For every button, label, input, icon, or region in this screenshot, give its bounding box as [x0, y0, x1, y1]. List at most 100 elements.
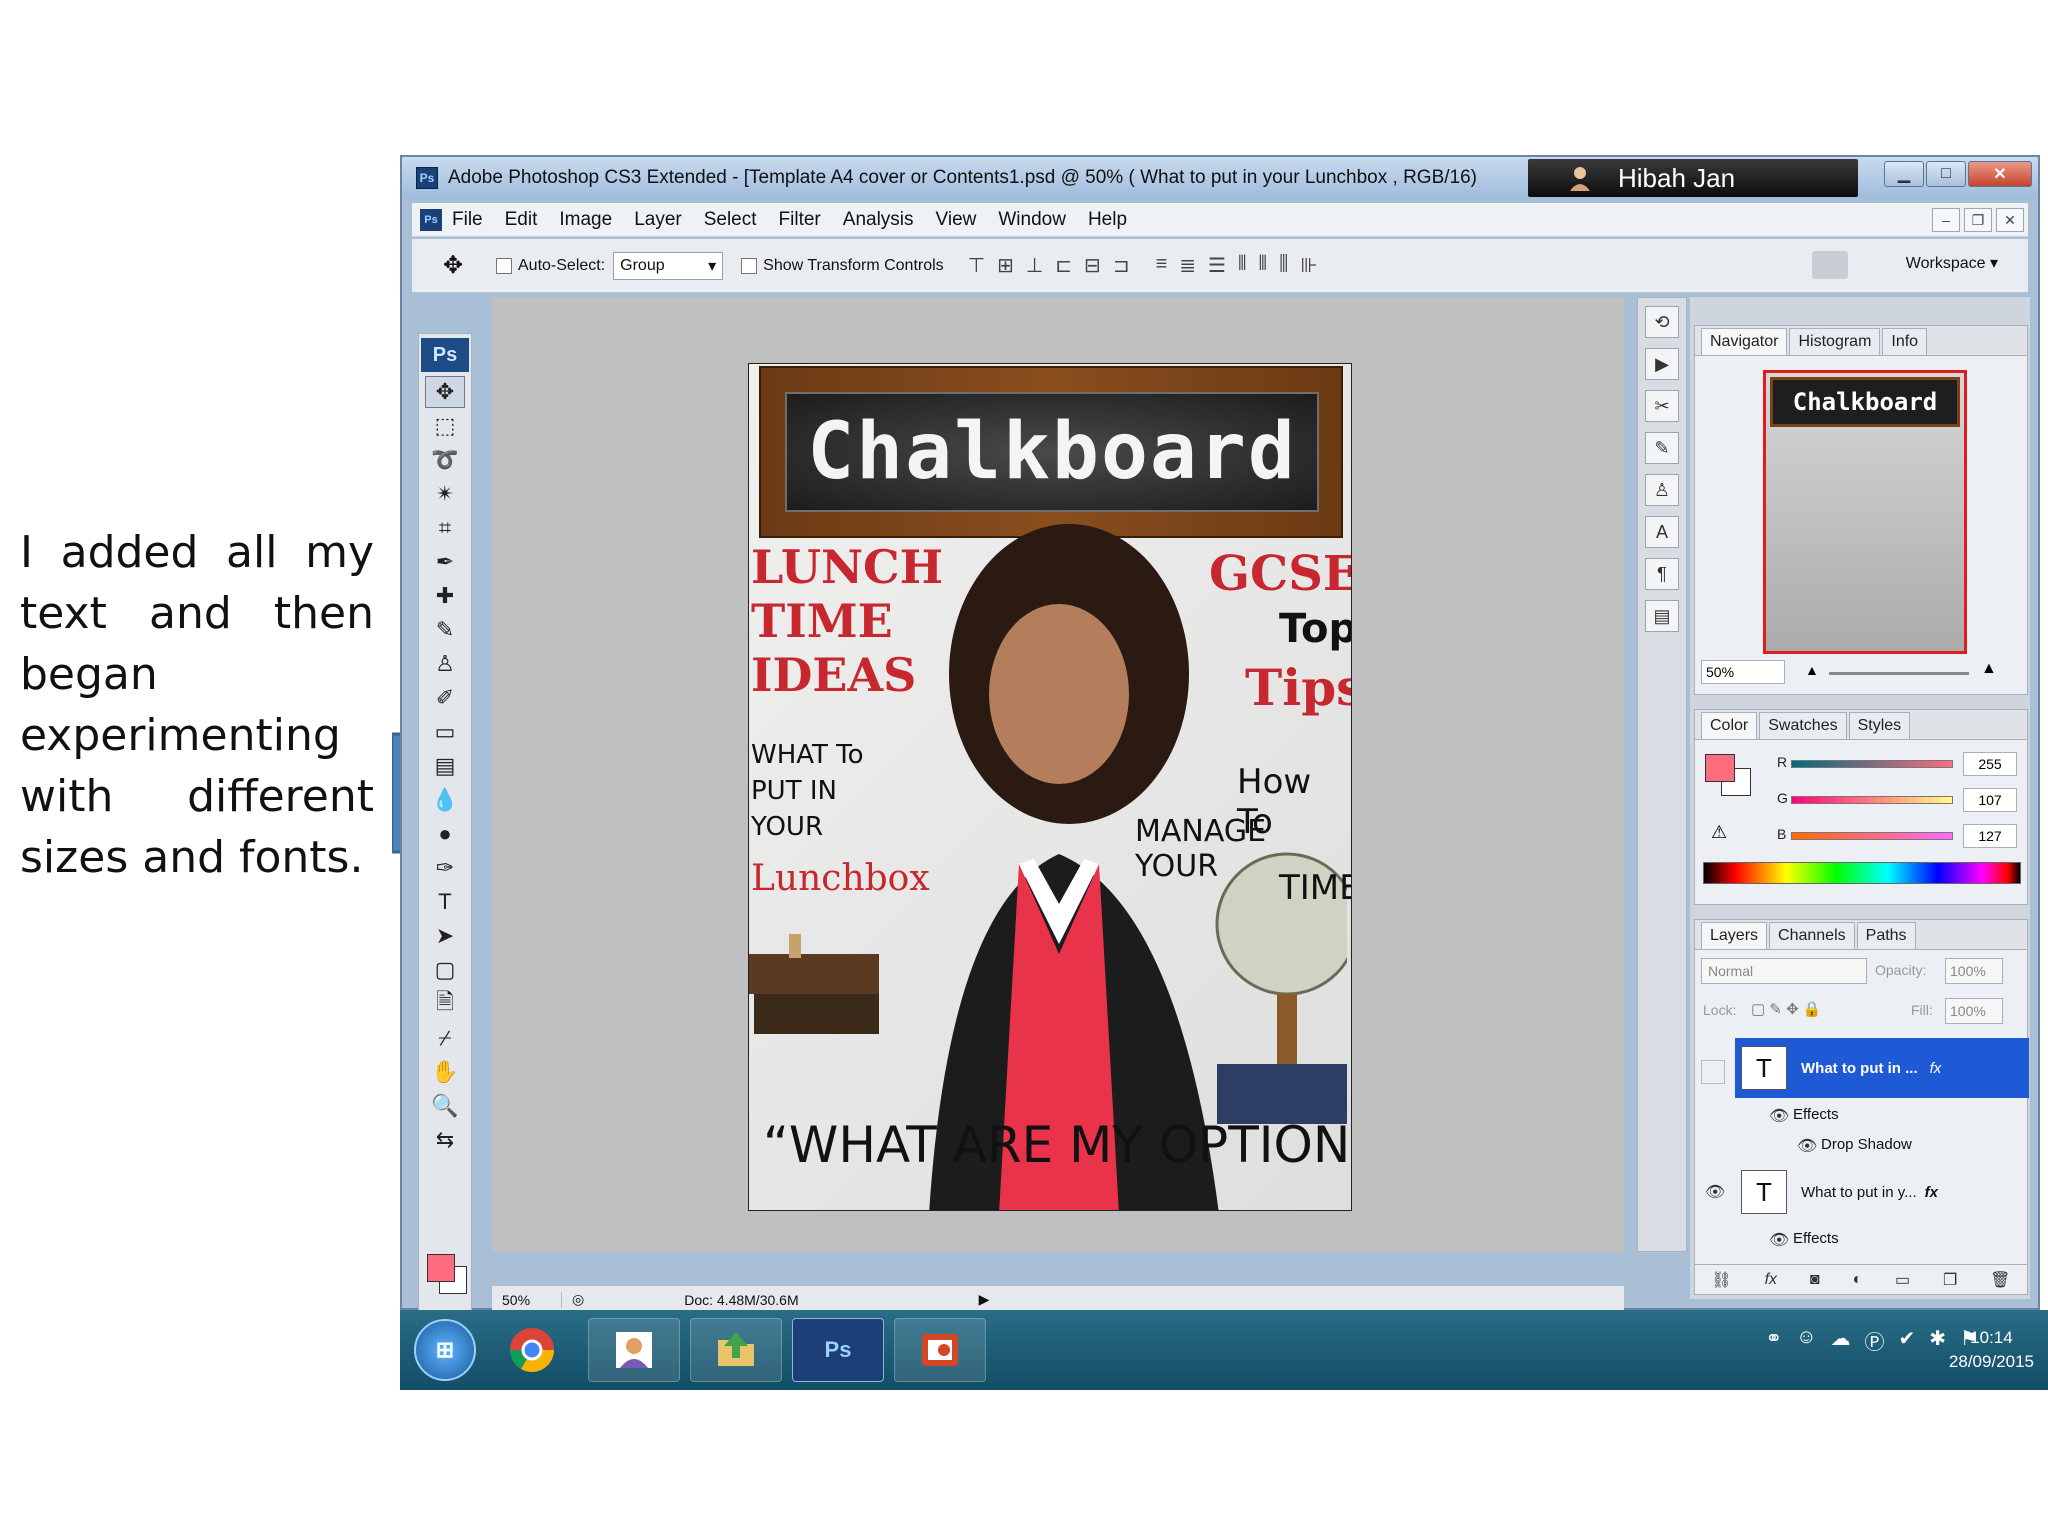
- tab-color[interactable]: Color: [1701, 712, 1758, 739]
- photoshop-menu-icon[interactable]: Ps: [420, 208, 442, 231]
- delete-layer-icon[interactable]: 🗑: [1990, 1270, 2010, 1290]
- move-tool-preset-icon[interactable]: ✥: [428, 246, 478, 286]
- adjustment-layer-icon[interactable]: ◐: [1852, 1271, 1862, 1289]
- character-panel-icon[interactable]: A: [1645, 516, 1679, 548]
- eraser-tool-icon[interactable]: ▭: [425, 716, 465, 748]
- layer-row-selected[interactable]: T What to put in ... fx: [1735, 1038, 2029, 1098]
- menu-help[interactable]: Help: [1088, 209, 1127, 231]
- layer-visibility-eye-icon[interactable]: 👁: [1705, 1182, 1725, 1202]
- swap-colors-icon[interactable]: ⇆: [425, 1124, 465, 1156]
- start-button-icon[interactable]: ⊞: [414, 1319, 476, 1381]
- path-selection-tool-icon[interactable]: ➤: [425, 920, 465, 952]
- align-top-icon[interactable]: ⊤: [968, 253, 987, 278]
- menu-edit[interactable]: Edit: [505, 209, 538, 231]
- tab-channels[interactable]: Channels: [1769, 922, 1855, 949]
- zoom-in-icon[interactable]: ▲: [1981, 660, 1997, 678]
- color-foreground-swatch[interactable]: [1705, 754, 1735, 782]
- lock-icons[interactable]: ▢ ✎ ✥ 🔒: [1751, 1000, 1822, 1018]
- dodge-tool-icon[interactable]: ●: [425, 818, 465, 850]
- brush-tool-icon[interactable]: ✎: [425, 614, 465, 646]
- menu-view[interactable]: View: [936, 209, 977, 231]
- tab-swatches[interactable]: Swatches: [1759, 712, 1847, 739]
- notes-tool-icon[interactable]: 🗎: [425, 988, 465, 1020]
- distribute-bottom-icon[interactable]: ☰: [1208, 253, 1228, 278]
- color-g-value[interactable]: 107: [1963, 788, 2017, 812]
- pen-tool-icon[interactable]: ✑: [425, 852, 465, 884]
- magic-wand-tool-icon[interactable]: ✴: [425, 478, 465, 510]
- marquee-tool-icon[interactable]: ⬚: [425, 410, 465, 442]
- new-layer-icon[interactable]: ❐: [1943, 1270, 1957, 1290]
- canvas-area[interactable]: Chalkboard LUNCH TIME IDEAS WHAT To PUT …: [492, 297, 1724, 1252]
- auto-select-checkbox[interactable]: [496, 257, 512, 274]
- tab-paths[interactable]: Paths: [1856, 922, 1916, 949]
- doc-close-button[interactable]: ✕: [1996, 208, 2024, 232]
- show-transform-option[interactable]: Show Transform Controls: [741, 257, 944, 275]
- layer-row[interactable]: T What to put in y... fx: [1735, 1164, 2029, 1220]
- menu-file[interactable]: File: [452, 209, 483, 231]
- foreground-color-swatch[interactable]: [427, 1254, 455, 1282]
- tray-network-icon[interactable]: ✱: [1929, 1326, 1946, 1355]
- distribute-left-icon[interactable]: ⫴: [1238, 253, 1248, 278]
- align-bottom-icon[interactable]: ⊥: [1026, 253, 1045, 278]
- effects-eye-icon[interactable]: 👁: [1769, 1230, 1789, 1250]
- color-spectrum-ramp[interactable]: [1703, 862, 2021, 884]
- effects-eye-icon[interactable]: 👁: [1769, 1106, 1789, 1126]
- crop-tool-icon[interactable]: ⌗: [425, 512, 465, 544]
- tab-styles[interactable]: Styles: [1848, 712, 1911, 739]
- align-hcenter-icon[interactable]: ⊟: [1084, 253, 1103, 278]
- clone-stamp-tool-icon[interactable]: ♙: [425, 648, 465, 680]
- menu-filter[interactable]: Filter: [779, 209, 821, 231]
- workspace-menu[interactable]: Workspace ▾: [1906, 253, 1998, 273]
- status-refresh-icon[interactable]: ◎: [572, 1291, 584, 1308]
- maximize-button[interactable]: □: [1926, 161, 1966, 187]
- tray-security-icon[interactable]: ✔: [1899, 1326, 1916, 1355]
- tray-cloud-icon[interactable]: ☁: [1831, 1326, 1851, 1355]
- type-tool-icon[interactable]: T: [425, 886, 465, 918]
- tab-info[interactable]: Info: [1882, 328, 1928, 355]
- gamut-warning-icon[interactable]: ⚠: [1711, 822, 1727, 843]
- color-r-slider[interactable]: [1791, 760, 1953, 768]
- photoshop-taskbar-icon[interactable]: Ps: [792, 1318, 884, 1382]
- paragraph-panel-icon[interactable]: ¶: [1645, 558, 1679, 590]
- tool-presets-icon[interactable]: ✂: [1645, 390, 1679, 422]
- auto-align-icon[interactable]: ⊪: [1300, 253, 1319, 278]
- layer-visibility-toggle[interactable]: [1701, 1060, 1725, 1084]
- lasso-tool-icon[interactable]: ➰: [425, 444, 465, 476]
- add-mask-icon[interactable]: ◙: [1810, 1271, 1820, 1289]
- add-layer-style-icon[interactable]: fx: [1765, 1271, 1777, 1289]
- eyedropper-tool-icon[interactable]: ✒: [425, 546, 465, 578]
- distribute-vcenter-icon[interactable]: ≣: [1179, 253, 1198, 278]
- menu-image[interactable]: Image: [559, 209, 612, 231]
- drop-shadow-eye-icon[interactable]: 👁: [1797, 1136, 1817, 1156]
- auto-select-option[interactable]: Auto-Select: Group ▾: [496, 251, 724, 280]
- file-explorer-taskbar-icon[interactable]: [690, 1318, 782, 1382]
- distribute-hcenter-icon[interactable]: ⦀: [1258, 253, 1269, 278]
- history-panel-icon[interactable]: ⟲: [1645, 306, 1679, 338]
- show-transform-checkbox[interactable]: [741, 257, 758, 274]
- zoom-level[interactable]: 50%: [492, 1291, 562, 1308]
- tab-histogram[interactable]: Histogram: [1789, 328, 1881, 355]
- user-accounts-taskbar-icon[interactable]: [588, 1318, 680, 1382]
- doc-restore-button[interactable]: ❐: [1964, 208, 1992, 232]
- distribute-right-icon[interactable]: ⫼: [1279, 253, 1290, 278]
- menu-analysis[interactable]: Analysis: [843, 209, 914, 231]
- zoom-tool-icon[interactable]: 🔍: [425, 1090, 465, 1122]
- navigator-zoom-slider[interactable]: [1829, 672, 1969, 675]
- tray-user-icon[interactable]: ☺: [1796, 1326, 1816, 1355]
- distribute-top-icon[interactable]: ≡: [1156, 253, 1170, 278]
- color-r-value[interactable]: 255: [1963, 752, 2017, 776]
- navigator-zoom-field[interactable]: 50%: [1701, 660, 1785, 684]
- clone-source-icon[interactable]: ♙: [1645, 474, 1679, 506]
- move-tool-icon[interactable]: ✥: [425, 376, 465, 408]
- magazine-cover-document[interactable]: Chalkboard LUNCH TIME IDEAS WHAT To PUT …: [748, 363, 1352, 1211]
- tray-pc-icon[interactable]: Ⓟ: [1865, 1326, 1885, 1355]
- blend-mode-dropdown[interactable]: Normal: [1701, 958, 1867, 984]
- tab-navigator[interactable]: Navigator: [1701, 328, 1788, 355]
- healing-brush-tool-icon[interactable]: ✚: [425, 580, 465, 612]
- blur-tool-icon[interactable]: 💧: [425, 784, 465, 816]
- tab-layers[interactable]: Layers: [1701, 922, 1768, 949]
- eyedropper-sample-tool-icon[interactable]: ⌿: [425, 1022, 465, 1054]
- opacity-field[interactable]: 100%: [1945, 958, 2003, 984]
- gradient-tool-icon[interactable]: ▤: [425, 750, 465, 782]
- new-group-icon[interactable]: ▭: [1895, 1270, 1910, 1290]
